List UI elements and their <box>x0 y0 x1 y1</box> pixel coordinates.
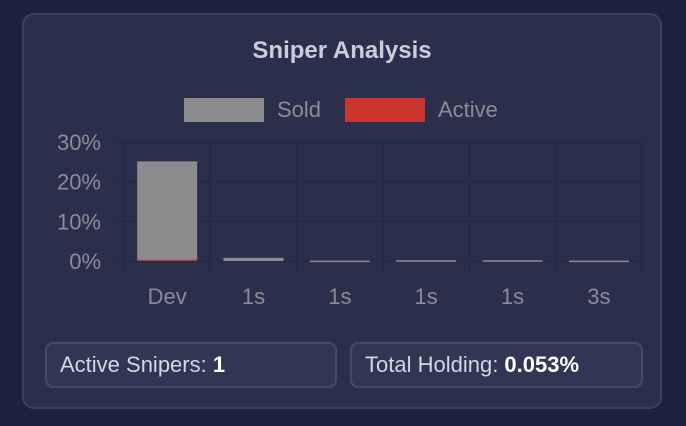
y-tick-label: 0% <box>69 249 101 274</box>
sniper-analysis-card: Sniper Analysis Sold Active 0% 10% 20% 30% Dev… <box>22 13 662 409</box>
bar-sold <box>568 260 629 263</box>
legend-label-sold: Sold <box>277 97 321 122</box>
legend-swatch-active <box>345 98 425 122</box>
legend-swatch-sold <box>184 98 264 122</box>
total-holding-label: Total Holding: <box>365 352 505 377</box>
bar-sold <box>223 257 284 261</box>
bar-sold <box>309 260 370 263</box>
y-tick-label: 20% <box>57 170 101 195</box>
stats-row: Active Snipers: 1 Total Holding: 0.053% <box>45 342 643 390</box>
x-tick-label: Dev <box>148 284 187 309</box>
bar-sold <box>482 260 543 262</box>
x-tick-label: 1s <box>501 284 524 309</box>
sniper-chart: Sold Active 0% 10% 20% 30% Dev 1s 1s 1s 1s 3s <box>57 97 643 309</box>
x-tick-label: 1s <box>328 284 351 309</box>
y-tick-label: 30% <box>57 130 101 155</box>
total-holding-stat: Total Holding: 0.053% <box>350 342 643 388</box>
x-tick-label: 1s <box>415 284 438 309</box>
x-tick-label: 3s <box>587 284 610 309</box>
active-snipers-stat: Active Snipers: 1 <box>45 342 337 388</box>
legend-label-active: Active <box>438 97 498 122</box>
total-holding-value: 0.053% <box>504 352 580 377</box>
active-snipers-label: Active Snipers: <box>60 352 213 377</box>
active-snipers-value: 1 <box>212 352 226 377</box>
x-tick-label: 1s <box>242 284 265 309</box>
bar-active <box>137 259 198 261</box>
bar-sold <box>137 161 198 260</box>
bar-sold <box>396 260 457 262</box>
y-tick-label: 10% <box>57 209 101 234</box>
